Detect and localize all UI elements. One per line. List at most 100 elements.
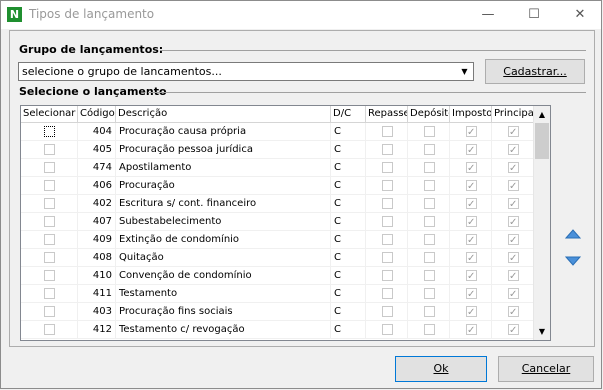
dc-cell: C (331, 321, 366, 339)
selecionar-checkbox[interactable] (44, 234, 55, 245)
table-row[interactable]: 409 Extinção de condomínio C (21, 231, 534, 249)
principal-cell (492, 141, 534, 159)
descricao-cell: Procuração (116, 177, 331, 195)
table-row[interactable]: 410 Convenção de condomínio C (21, 267, 534, 285)
cancel-button[interactable]: Cancelar (498, 356, 594, 382)
repasse-cell (366, 285, 408, 303)
selecionar-checkbox[interactable] (44, 126, 55, 137)
table-row[interactable]: 402 Escritura s/ cont. financeiro C (21, 195, 534, 213)
principal-cell (492, 213, 534, 231)
principal-cell (492, 231, 534, 249)
selecionar-checkbox[interactable] (44, 198, 55, 209)
close-button[interactable]: ✕ (557, 1, 603, 29)
descricao-cell: Extinção de condomínio (116, 231, 331, 249)
col-principal-header[interactable]: Principal (492, 106, 534, 123)
principal-checkbox (508, 322, 519, 338)
selecionar-cell (21, 231, 78, 249)
deposito-cell (408, 267, 450, 285)
scroll-thumb[interactable] (535, 123, 549, 159)
selecionar-checkbox[interactable] (44, 270, 55, 281)
imposto-cell (450, 213, 492, 231)
deposito-cell (408, 303, 450, 321)
col-dc-header[interactable]: D/C (331, 106, 366, 123)
col-repasse-header[interactable]: Repasse (366, 106, 408, 123)
codigo-cell: 408 (78, 249, 116, 267)
table-row[interactable]: 412 Testamento c/ revogação C (21, 321, 534, 339)
repasse-cell (366, 321, 408, 339)
scroll-down-icon[interactable]: ▼ (534, 323, 550, 340)
deposito-cell (408, 285, 450, 303)
ok-button-label: Ok (433, 362, 449, 375)
dc-cell: C (331, 159, 366, 177)
col-codigo-header[interactable]: Código (78, 106, 116, 123)
dc-cell: C (331, 303, 366, 321)
principal-checkbox (508, 214, 519, 230)
group-select-value: selecione o grupo de lancamentos... (22, 65, 222, 78)
maximize-button[interactable]: ☐ (511, 1, 557, 29)
move-down-icon[interactable] (563, 251, 583, 271)
imposto-checkbox (466, 124, 477, 140)
descricao-cell: Testamento (116, 285, 331, 303)
repasse-checkbox (382, 126, 393, 137)
table-row[interactable]: 406 Procuração C (21, 177, 534, 195)
selecionar-checkbox[interactable] (44, 216, 55, 227)
table-row[interactable]: 403 Procuração fins sociais C (21, 303, 534, 321)
selecionar-checkbox[interactable] (44, 324, 55, 335)
selecionar-checkbox[interactable] (44, 306, 55, 317)
selecionar-cell (21, 249, 78, 267)
col-imposto-header[interactable]: Imposto (450, 106, 492, 123)
principal-checkbox (508, 124, 519, 140)
descricao-cell: Procuração pessoa jurídica (116, 141, 331, 159)
title-bar: N Tipos de lançamento — ☐ ✕ (1, 1, 601, 29)
repasse-cell (366, 267, 408, 285)
table-row[interactable]: 405 Procuração pessoa jurídica C (21, 141, 534, 159)
ok-button[interactable]: Ok (395, 356, 487, 382)
selecionar-checkbox[interactable] (44, 162, 55, 173)
imposto-cell (450, 321, 492, 339)
vertical-scrollbar[interactable]: ▲ ▼ (533, 106, 550, 340)
imposto-checkbox (466, 196, 477, 212)
principal-cell (492, 303, 534, 321)
table-row[interactable]: 474 Apostilamento C (21, 159, 534, 177)
register-button[interactable]: Cadastrar... (485, 59, 585, 84)
deposito-checkbox (424, 252, 435, 263)
scroll-up-icon[interactable]: ▲ (534, 106, 550, 123)
col-descricao-header[interactable]: Descrição (116, 106, 331, 123)
col-deposito-header[interactable]: Depósito (408, 106, 450, 123)
maximize-icon: ☐ (528, 7, 540, 22)
selecionar-checkbox[interactable] (44, 180, 55, 191)
dialog-window: N Tipos de lançamento — ☐ ✕ Grupo de lan… (0, 0, 602, 389)
repasse-cell (366, 303, 408, 321)
minimize-button[interactable]: — (465, 1, 511, 29)
move-up-icon[interactable] (563, 224, 583, 244)
principal-cell (492, 123, 534, 141)
deposito-checkbox (424, 162, 435, 173)
table-row[interactable]: 404 Procuração causa própria C (21, 123, 534, 141)
deposito-checkbox (424, 144, 435, 155)
table-row[interactable]: 408 Quitação C (21, 249, 534, 267)
repasse-checkbox (382, 180, 393, 191)
selecionar-checkbox[interactable] (44, 144, 55, 155)
entries-table[interactable]: Selecionar Código Descrição D/C Repasse Depós… (20, 105, 551, 341)
descricao-cell: Quitação (116, 249, 331, 267)
codigo-cell: 403 (78, 303, 116, 321)
repasse-cell (366, 141, 408, 159)
table-row[interactable]: 411 Testamento C (21, 285, 534, 303)
selecionar-checkbox[interactable] (44, 252, 55, 263)
chevron-down-icon[interactable]: ▼ (457, 64, 472, 79)
selecionar-checkbox[interactable] (44, 288, 55, 299)
table-row[interactable]: 407 Subestabelecimento C (21, 213, 534, 231)
col-selecionar-header[interactable]: Selecionar (21, 106, 78, 123)
deposito-checkbox (424, 234, 435, 245)
dc-cell: C (331, 141, 366, 159)
repasse-checkbox (382, 324, 393, 335)
imposto-cell (450, 159, 492, 177)
select-divider (148, 92, 586, 93)
group-select[interactable]: selecione o grupo de lancamentos... ▼ (18, 62, 474, 81)
principal-checkbox (508, 178, 519, 194)
principal-cell (492, 195, 534, 213)
select-entry-label: Selecione o lançamento (19, 85, 167, 98)
imposto-cell (450, 123, 492, 141)
repasse-checkbox (382, 288, 393, 299)
descricao-cell: Convenção de condomínio (116, 267, 331, 285)
